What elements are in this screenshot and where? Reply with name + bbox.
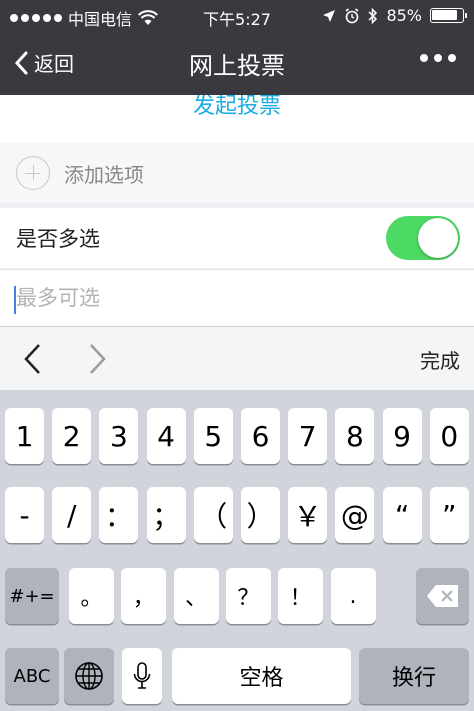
keyboard-key[interactable]: ？ (225, 568, 271, 624)
next-field-chevron-icon[interactable] (88, 343, 108, 375)
battery-percent: 85% (386, 6, 422, 25)
keyboard-key[interactable]: 。 (69, 568, 114, 624)
toggle-knob (418, 218, 458, 258)
keyboard-key[interactable]: 7 (288, 408, 328, 464)
keyboard-key[interactable]: ： (99, 487, 139, 543)
keyboard-key[interactable]: ） (241, 487, 280, 543)
keyboard-key[interactable]: 、 (173, 568, 219, 624)
battery-fill (432, 10, 457, 20)
keyboard-key[interactable]: - (5, 487, 44, 543)
start-vote-title: 发起投票 (0, 95, 474, 143)
keyboard-key[interactable]: 5 (193, 408, 233, 464)
key-space[interactable]: 空格 (172, 648, 351, 704)
keyboard-key[interactable]: . (330, 568, 376, 624)
multi-select-label: 是否多选 (16, 227, 100, 251)
alarm-clock-icon (345, 7, 359, 23)
max-select-input[interactable] (16, 280, 456, 316)
page-title: 网上投票 (189, 52, 285, 80)
keyboard: #+= ABC 空格 换行 1 2 3 4 5 6 7 8 9 0 - /：；（） ￥ @ “” 。，、？！. (0, 390, 474, 711)
backspace-icon (426, 585, 458, 607)
location-arrow-icon (323, 9, 336, 22)
keyboard-key[interactable]: “ (382, 487, 422, 543)
key-abc[interactable]: ABC (5, 648, 59, 704)
top-bar: 中国电信 下午5:27 85% 返回 网上投票 (0, 0, 474, 95)
microphone-icon (133, 662, 151, 689)
keyboard-accessory-bar: 完成 (0, 326, 474, 390)
battery-icon (430, 8, 467, 23)
keyboard-key[interactable]: 1 (5, 408, 44, 464)
key-globe[interactable] (64, 648, 114, 704)
navigation-bar: 返回 网上投票 (0, 32, 474, 95)
more-options-icon[interactable] (420, 54, 456, 62)
vote-form: 发起投票 添加选项 是否多选 (0, 95, 474, 326)
keyboard-key[interactable]: 4 (146, 408, 186, 464)
multi-select-row: 是否多选 (0, 208, 474, 268)
keyboard-key[interactable]: / (52, 487, 92, 543)
add-circle-icon (16, 156, 50, 190)
key-return[interactable]: 换行 (359, 648, 469, 704)
text-cursor (14, 286, 16, 314)
keyboard-key[interactable]: 3 (99, 408, 139, 464)
keyboard-key[interactable]: ， (121, 568, 167, 624)
keyboard-key[interactable]: ！ (278, 568, 324, 624)
max-select-row (0, 269, 474, 326)
key-symbols-toggle[interactable]: #+= (5, 568, 59, 624)
previous-field-chevron-icon[interactable] (22, 343, 42, 375)
keyboard-key[interactable]: 9 (382, 408, 422, 464)
keyboard-key[interactable]: 8 (335, 408, 375, 464)
add-option-label: 添加选项 (64, 162, 144, 187)
done-button[interactable]: 完成 (420, 345, 460, 374)
keyboard-key[interactable]: 6 (241, 408, 280, 464)
key-delete[interactable] (416, 568, 469, 624)
keyboard-key[interactable]: ￥ (288, 487, 328, 543)
keyboard-key[interactable]: ” (429, 487, 469, 543)
status-bar: 中国电信 下午5:27 85% (0, 0, 474, 32)
key-dictation[interactable] (122, 648, 162, 704)
bluetooth-icon (368, 7, 378, 24)
multi-select-toggle[interactable] (386, 216, 460, 260)
keyboard-key[interactable]: （ (193, 487, 233, 543)
keyboard-key[interactable]: 2 (52, 408, 92, 464)
globe-icon (75, 662, 103, 690)
add-option-row[interactable]: 添加选项 (0, 143, 474, 203)
keyboard-key[interactable]: 0 (429, 408, 469, 464)
keyboard-key[interactable]: @ (335, 487, 375, 543)
keyboard-key[interactable]: ； (146, 487, 186, 543)
